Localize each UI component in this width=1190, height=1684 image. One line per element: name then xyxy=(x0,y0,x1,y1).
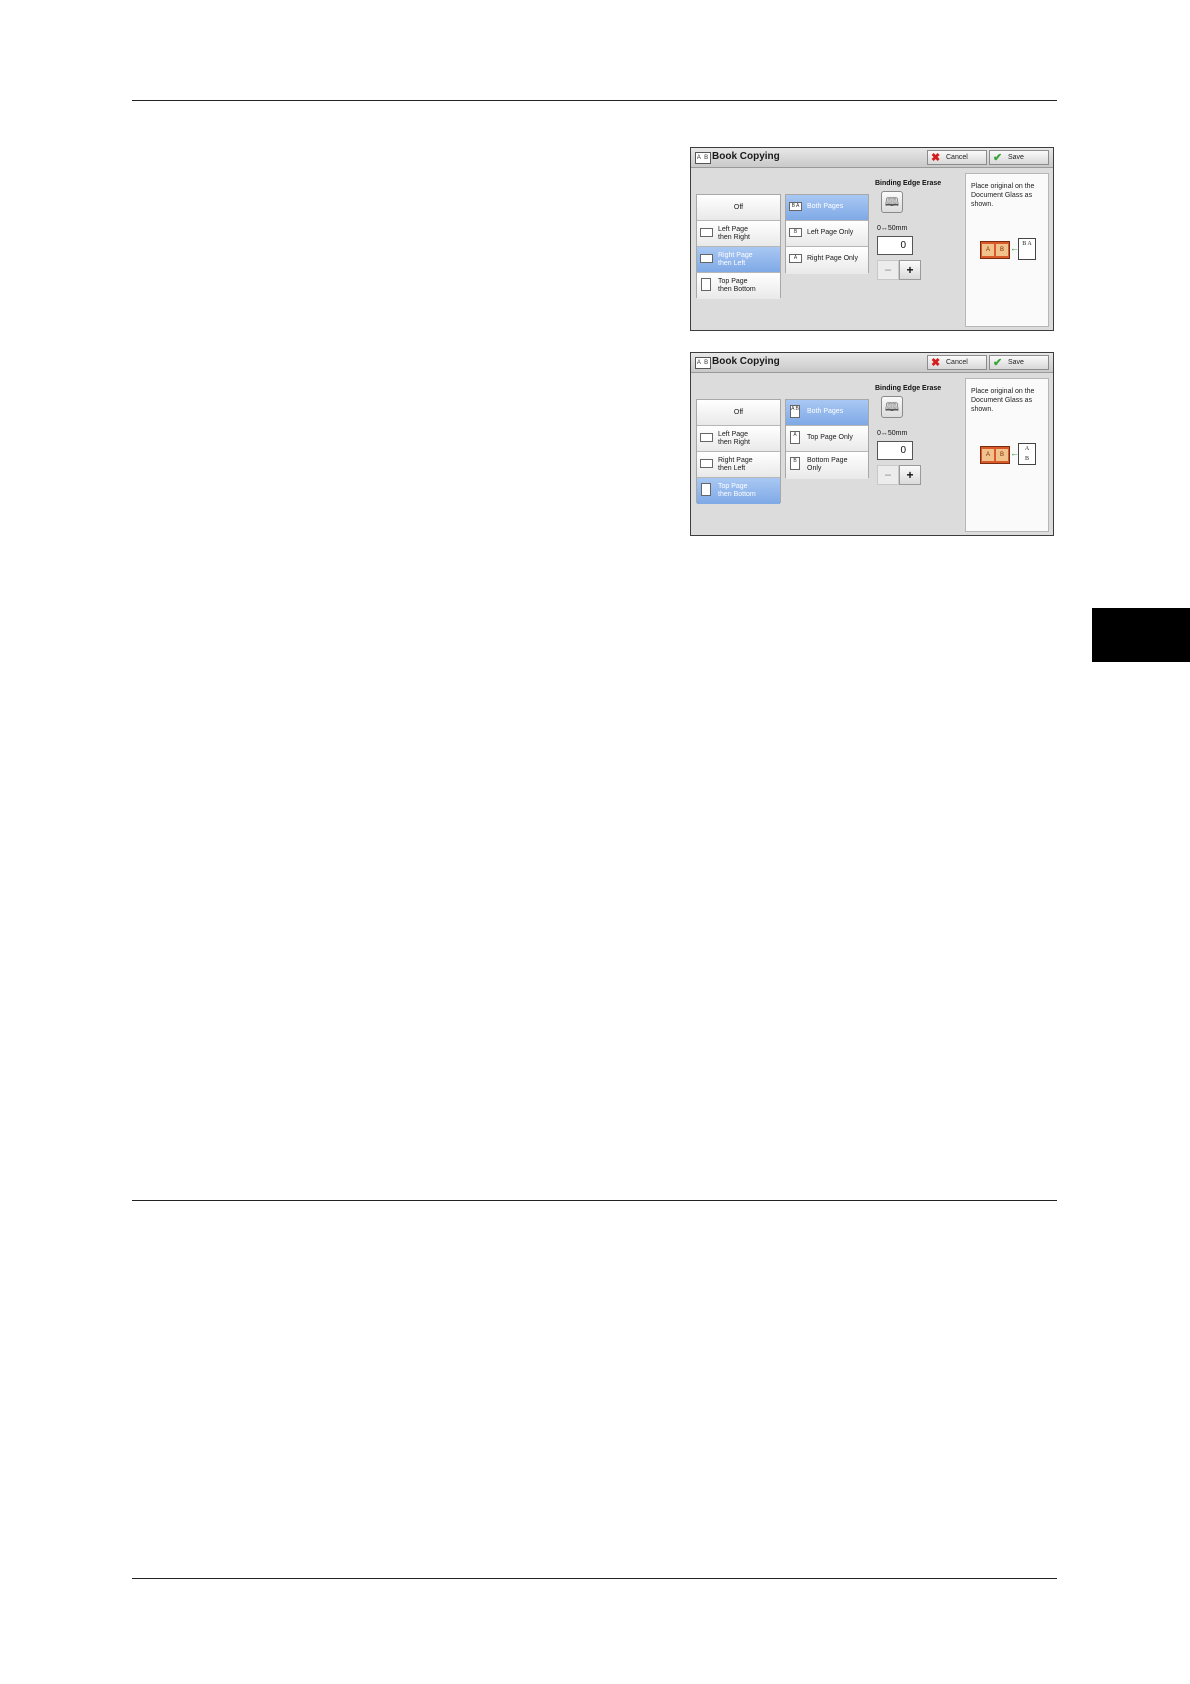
placement-hint-text: Place original on the Document Glass as … xyxy=(971,388,1035,413)
decrement-button[interactable]: − xyxy=(877,260,899,280)
option-bottom-page-only[interactable]: B Bottom Page Only xyxy=(786,452,868,479)
original-book-icon: B A xyxy=(1018,238,1036,260)
book-icon xyxy=(700,459,713,468)
bottom-page-icon: B xyxy=(790,457,800,470)
book-icon xyxy=(700,433,713,442)
binding-edge-erase-label: Binding Edge Erase xyxy=(875,180,942,187)
option-label: Both Pages xyxy=(807,408,844,415)
option-left-page-then-right[interactable]: Left Page then Right xyxy=(697,426,780,452)
original-book-icon: A B xyxy=(1018,443,1036,465)
option-label: Bottom Page Only xyxy=(807,457,848,472)
save-button[interactable]: ✔ Save xyxy=(989,355,1049,370)
header-rule xyxy=(132,100,1057,101)
option-off[interactable]: Off xyxy=(697,400,780,426)
screen-title: Book Copying xyxy=(712,151,780,162)
screen-title: Book Copying xyxy=(712,356,780,367)
option-left-page-then-right[interactable]: Left Page then Right xyxy=(697,221,780,247)
paper-label: B xyxy=(1024,456,1029,462)
book-copying-screen-1: A B Book Copying ✖ Cancel ✔ Save Off Lef… xyxy=(690,147,1054,331)
document-glass-diagram: A B ← A B xyxy=(980,443,1036,467)
option-label: Top Page then Bottom xyxy=(718,278,756,293)
both-pages-icon: A B xyxy=(790,405,800,418)
option-top-page-then-bottom[interactable]: Top Page then Bottom xyxy=(697,273,780,299)
increment-button[interactable]: + xyxy=(899,465,921,485)
scan-order-options: Off Left Page then Right Right Page then L… xyxy=(696,399,781,504)
option-off-label: Off xyxy=(733,409,744,416)
placement-hint-text: Place original on the Document Glass as … xyxy=(971,183,1035,208)
document-glass-icon: A B xyxy=(980,446,1010,464)
binding-edge-value-field[interactable]: 0 xyxy=(877,236,913,255)
glass-label: A xyxy=(982,244,994,256)
cancel-button[interactable]: ✖ Cancel xyxy=(927,150,987,165)
save-button[interactable]: ✔ Save xyxy=(989,150,1049,165)
option-top-page-then-bottom[interactable]: Top Page then Bottom xyxy=(697,478,780,504)
page-icon xyxy=(701,483,711,496)
page-options: A B Both Pages A Top Page Only B Bottom … xyxy=(785,399,869,479)
book-icon xyxy=(700,254,713,263)
save-label: Save xyxy=(1008,154,1024,161)
book-copying-icon: A B xyxy=(695,357,711,369)
title-bar: A B Book Copying ✖ Cancel ✔ Save xyxy=(691,148,1053,168)
option-both-pages[interactable]: A B Both Pages xyxy=(786,400,868,426)
option-right-page-then-left[interactable]: Right Page then Left xyxy=(697,452,780,478)
save-label: Save xyxy=(1008,359,1024,366)
option-label: Left Page then Right xyxy=(718,431,750,446)
both-pages-icon: B A xyxy=(789,202,802,211)
document-glass-icon: A B xyxy=(980,241,1010,259)
scan-order-options: Off Left Page then Right Right Page then L… xyxy=(696,194,781,299)
option-label: Left Page Only xyxy=(807,229,854,236)
paper-label: A xyxy=(1027,241,1032,247)
binding-edge-book-icon: 🕮 xyxy=(881,396,903,418)
cancel-x-icon: ✖ xyxy=(931,357,941,369)
binding-edge-book-icon: 🕮 xyxy=(881,191,903,213)
glass-label: B xyxy=(996,449,1008,461)
option-label: Both Pages xyxy=(807,203,844,210)
page-options: B A Both Pages B Left Page Only A Right … xyxy=(785,194,869,274)
title-bar: A B Book Copying ✖ Cancel ✔ Save xyxy=(691,353,1053,373)
glass-label: B xyxy=(996,244,1008,256)
option-label: Right Page then Left xyxy=(718,252,753,267)
range-label: 0↔50mm xyxy=(877,225,908,232)
option-label: Top Page Only xyxy=(807,434,853,441)
increment-button[interactable]: + xyxy=(899,260,921,280)
paper-label: A xyxy=(1024,446,1030,452)
section-rule xyxy=(132,1200,1057,1201)
right-page-icon: A xyxy=(789,254,802,263)
decrement-button[interactable]: − xyxy=(877,465,899,485)
cancel-button[interactable]: ✖ Cancel xyxy=(927,355,987,370)
option-label: Left Page then Right xyxy=(718,226,750,241)
chapter-tab xyxy=(1092,608,1190,662)
book-copying-screen-2: A B Book Copying ✖ Cancel ✔ Save Off Lef… xyxy=(690,352,1054,536)
option-label: Right Page then Left xyxy=(718,457,753,472)
option-both-pages[interactable]: B A Both Pages xyxy=(786,195,868,221)
placement-hint: Place original on the Document Glass as … xyxy=(965,378,1049,532)
paper-label: B xyxy=(1022,241,1027,247)
option-right-page-only[interactable]: A Right Page Only xyxy=(786,247,868,274)
option-label: Top Page then Bottom xyxy=(718,483,756,498)
range-label: 0↔50mm xyxy=(877,430,908,437)
binding-edge-value-field[interactable]: 0 xyxy=(877,441,913,460)
option-right-page-then-left[interactable]: Right Page then Left xyxy=(697,247,780,273)
save-check-icon: ✔ xyxy=(993,357,1003,369)
binding-edge-erase-label: Binding Edge Erase xyxy=(875,385,942,392)
cancel-label: Cancel xyxy=(946,359,968,366)
save-check-icon: ✔ xyxy=(993,152,1003,164)
cancel-x-icon: ✖ xyxy=(931,152,941,164)
option-top-page-only[interactable]: A Top Page Only xyxy=(786,426,868,452)
option-off-label: Off xyxy=(733,204,744,211)
placement-hint: Place original on the Document Glass as … xyxy=(965,173,1049,327)
option-left-page-only[interactable]: B Left Page Only xyxy=(786,221,868,247)
top-page-icon: A xyxy=(790,431,800,444)
document-glass-diagram: A B ← B A xyxy=(980,238,1036,262)
option-off[interactable]: Off xyxy=(697,195,780,221)
cancel-label: Cancel xyxy=(946,154,968,161)
left-page-icon: B xyxy=(789,228,802,237)
book-copying-icon: A B xyxy=(695,152,711,164)
glass-label: A xyxy=(982,449,994,461)
book-icon xyxy=(700,228,713,237)
footer-rule xyxy=(132,1578,1057,1579)
page-icon xyxy=(701,278,711,291)
option-label: Right Page Only xyxy=(807,255,858,262)
